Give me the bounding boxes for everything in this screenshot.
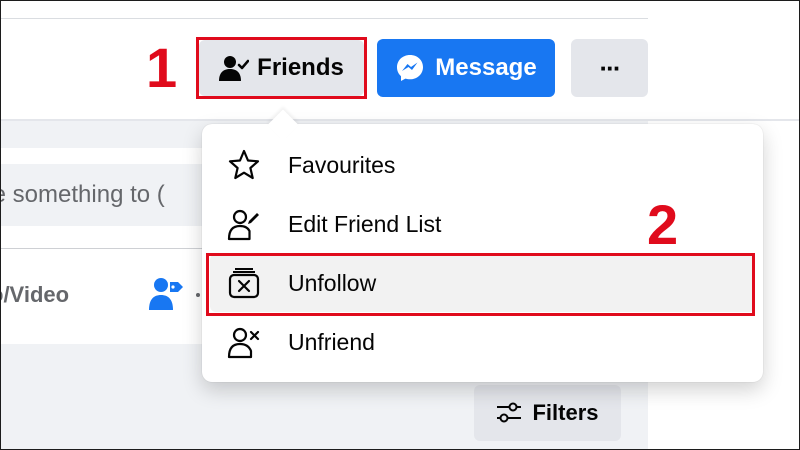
tag-people-icon[interactable] xyxy=(146,274,186,319)
sliders-icon xyxy=(496,402,522,424)
composer-placeholder: te something to ( xyxy=(0,181,165,208)
filters-label: Filters xyxy=(532,400,599,425)
menu-item-unfriend[interactable]: Unfriend xyxy=(210,313,755,371)
menu-item-label: Edit Friend List xyxy=(288,210,442,237)
annotation-box-friends xyxy=(196,37,367,99)
menu-item-favourites[interactable]: Favourites xyxy=(210,136,755,194)
unfriend-icon xyxy=(226,324,262,360)
menu-item-label: Favourites xyxy=(288,151,396,178)
annotation-step-2: 2 xyxy=(647,193,679,256)
menu-item-label: Unfriend xyxy=(288,328,375,355)
header-divider xyxy=(0,18,648,19)
filters-button[interactable]: Filters xyxy=(474,385,621,441)
annotation-box-unfollow xyxy=(206,253,755,316)
more-options-label: ··· xyxy=(599,52,622,83)
message-button-label: Message xyxy=(435,54,537,81)
photo-video-button[interactable]: o/Video xyxy=(0,282,69,308)
edit-friend-list-icon xyxy=(226,206,262,242)
more-options-button[interactable]: ··· xyxy=(571,39,648,97)
messenger-icon xyxy=(395,53,425,83)
annotation-step-1: 1 xyxy=(146,36,178,99)
message-button[interactable]: Message xyxy=(377,39,555,97)
star-icon xyxy=(226,147,262,183)
separator-dot xyxy=(196,293,200,297)
